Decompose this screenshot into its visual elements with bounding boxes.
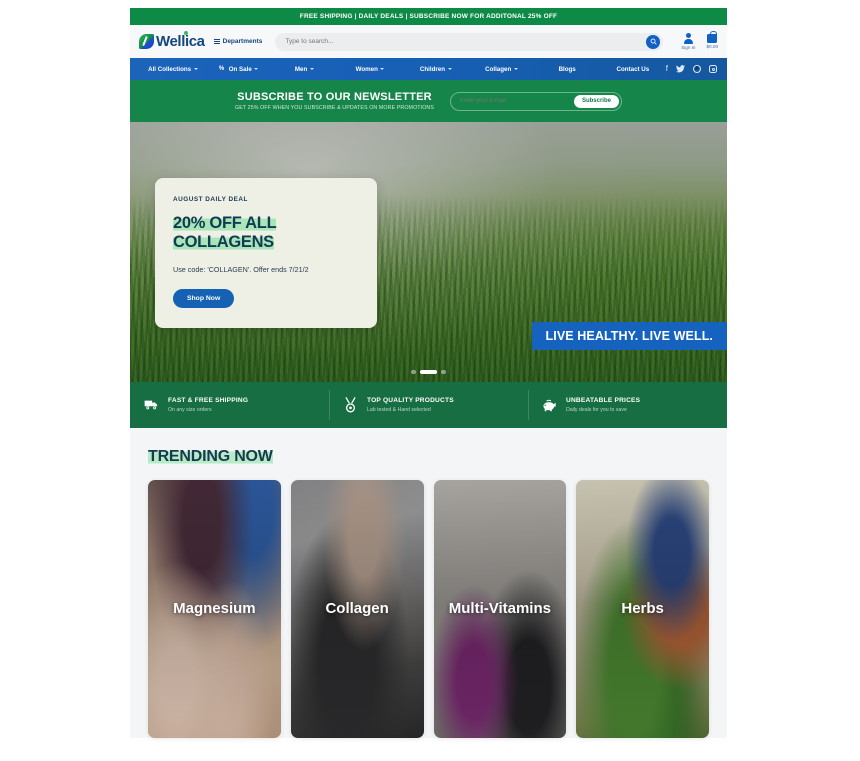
chevron-down-icon [254, 68, 259, 70]
account-label: Sign In [681, 44, 696, 50]
nav-item-label: Children [419, 65, 446, 73]
card-label: Multi-Vitamins [448, 599, 551, 617]
carousel-dots [130, 370, 727, 374]
announcement-text: FREE SHIPPING | DAILY DEALS | SUBSCRIBE … [299, 13, 558, 20]
nav-item-label: Women [355, 65, 378, 73]
newsletter-subscribe-button[interactable]: Subscribe [573, 94, 619, 108]
hero-promo-card: AUGUST DAILY DEAL 20% OFF ALL COLLAGENS … [155, 178, 377, 328]
hero-title: 20% OFF ALL COLLAGENS [173, 214, 359, 253]
nav-item-label: On Sale [228, 65, 252, 73]
feature-title: TOP QUALITY PRODUCTS [367, 397, 454, 405]
shop-now-button[interactable]: Shop Now [173, 288, 235, 308]
instagram-icon[interactable] [709, 65, 717, 73]
hero-title-line1: 20% OFF ALL [173, 214, 277, 232]
nav-items: All Collections% On Sale Men Women Children C… [140, 66, 666, 73]
departments-button[interactable]: Departments [213, 38, 263, 45]
nav-item-all-collections[interactable]: All Collections [140, 66, 206, 73]
leaf-icon [139, 34, 154, 49]
feature-subtitle: On any size orders [168, 406, 212, 413]
hero-tagline-banner: LIVE HEALTHY. LIVE WELL. [531, 322, 727, 350]
user-icon [685, 33, 691, 39]
nav-item-contact-us[interactable]: Contact Us [600, 66, 666, 73]
newsletter-section: SUBSCRIBE TO OUR NEWSLETTER GET 25% OFF … [130, 80, 727, 122]
percent-icon: % [218, 66, 225, 72]
chevron-down-icon [309, 68, 314, 70]
newsletter-email-input[interactable] [459, 98, 574, 104]
hero-description: Use code: 'COLLAGEN'. Offer ends 7/21/2 [173, 264, 309, 274]
feature-title: UNBEATABLE PRICES [566, 397, 641, 405]
trending-card-magnesium[interactable]: Magnesium [148, 480, 281, 738]
newsletter-form: Subscribe [449, 91, 622, 111]
nav-item-label: Contact Us [616, 65, 650, 73]
header-actions: Sign In $0.00 [681, 31, 719, 50]
newsletter-subtitle: GET 25% OFF WHEN YOU SUBSCRIBE & UPDATES… [235, 105, 434, 111]
medal-icon [343, 397, 358, 413]
announcement-bar: FREE SHIPPING | DAILY DEALS | SUBSCRIBE … [130, 8, 727, 25]
facebook-icon[interactable]: f [666, 65, 668, 73]
nav-item-collagen[interactable]: Collagen [469, 66, 535, 73]
site-header: Wellica Departments Sign In $0.0 [130, 25, 727, 58]
features-bar: FAST & FREE SHIPPING On any size orders TO… [130, 382, 727, 428]
chevron-down-icon [447, 68, 452, 70]
trending-card-collagen[interactable]: Collagen [290, 480, 424, 738]
newsletter-title: SUBSCRIBE TO OUR NEWSLETTER [237, 91, 432, 103]
nav-item-label: Men [294, 65, 308, 73]
nav-item-children[interactable]: Children [403, 66, 469, 73]
chevron-down-icon [193, 68, 198, 70]
trending-card-multi-vitamins[interactable]: Multi-Vitamins [433, 480, 567, 738]
nav-item-blogs[interactable]: Blogs [534, 66, 600, 73]
feature-item: UNBEATABLE PRICES Daily deals for you to … [528, 382, 727, 428]
trending-heading: TRENDING NOW [148, 448, 273, 465]
card-label: Collagen [325, 599, 389, 617]
search-bar[interactable] [275, 32, 664, 51]
page-root: FREE SHIPPING | DAILY DEALS | SUBSCRIBE … [0, 0, 860, 761]
logo-text: Wellica [156, 31, 205, 50]
pinterest-icon[interactable]: P [693, 65, 701, 73]
truck-icon [144, 398, 159, 413]
logo-dot-icon [184, 31, 188, 35]
cart-total: $0.00 [706, 44, 719, 49]
site-logo[interactable]: Wellica [139, 31, 205, 50]
piggy-bank-icon [542, 398, 557, 413]
nav-item-label: Blogs [558, 65, 576, 73]
trending-card-herbs[interactable]: Herbs [576, 480, 709, 738]
carousel-dot[interactable] [441, 370, 446, 374]
nav-item-label: Collagen [485, 65, 512, 73]
carousel-dot[interactable] [411, 370, 416, 374]
departments-label: Departments [222, 38, 263, 45]
feature-subtitle: Daily deals for you to save [566, 406, 627, 413]
twitter-icon[interactable] [676, 65, 685, 73]
card-label: Magnesium [173, 599, 256, 617]
hero-eyebrow: AUGUST DAILY DEAL [173, 196, 248, 203]
feature-item: FAST & FREE SHIPPING On any size orders [130, 382, 329, 428]
feature-title: FAST & FREE SHIPPING [168, 397, 249, 405]
main-nav: All Collections% On Sale Men Women Children C… [130, 58, 727, 80]
newsletter-copy: SUBSCRIBE TO OUR NEWSLETTER GET 25% OFF … [235, 91, 434, 111]
hero-title-line2: COLLAGENS [173, 233, 274, 252]
trending-section: TRENDING NOW Magnesium Collagen Multi-Vita… [130, 428, 727, 738]
search-icon [650, 38, 657, 45]
search-input[interactable] [285, 38, 647, 45]
trending-cards: Magnesium Collagen Multi-Vitamins Herbs [148, 480, 709, 738]
hero-carousel: AUGUST DAILY DEAL 20% OFF ALL COLLAGENS … [130, 122, 727, 382]
social-links: f P [666, 65, 717, 73]
carousel-dot[interactable] [420, 370, 437, 374]
nav-item-on-sale[interactable]: % On Sale [206, 66, 272, 73]
feature-subtitle: Lab tested & Hand selected [367, 406, 431, 413]
nav-item-label: All Collections [148, 65, 192, 73]
card-label: Herbs [621, 599, 664, 617]
account-button[interactable]: Sign In [681, 33, 696, 50]
cart-button[interactable]: $0.00 [706, 31, 719, 49]
chevron-down-icon [513, 68, 518, 70]
list-icon [213, 38, 220, 45]
chevron-down-icon [380, 68, 385, 70]
bag-icon [707, 31, 718, 43]
search-button[interactable] [646, 34, 661, 49]
nav-item-men[interactable]: Men [271, 66, 337, 73]
feature-item: TOP QUALITY PRODUCTS Lab tested & Hand se… [329, 382, 528, 428]
site-container: FREE SHIPPING | DAILY DEALS | SUBSCRIBE … [130, 8, 727, 738]
nav-item-women[interactable]: Women [337, 66, 403, 73]
